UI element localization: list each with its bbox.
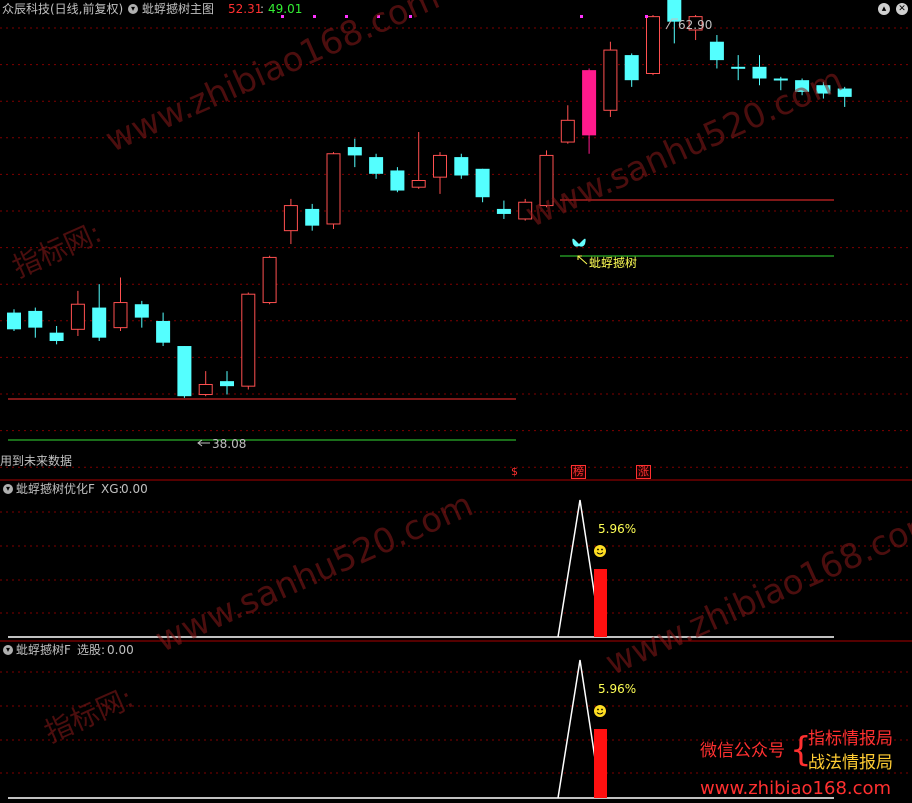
flag-dollar[interactable]: $ [510,466,519,478]
candle-body [347,147,362,156]
panel2-title[interactable]: 蚍蜉撼树F [16,643,71,657]
smiley-icon [594,545,606,557]
candle-body [560,119,575,143]
candle-body [731,66,746,69]
candle-body [49,332,64,342]
signal-arrow [577,255,588,265]
candle-body [475,168,490,198]
candle-body [326,153,341,225]
panel1-title[interactable]: 蚍蜉撼树优化F [16,482,95,496]
candle-body [369,157,384,174]
signal-bar [594,569,607,637]
candle-body [7,312,21,330]
panel2-key: 选股: [77,643,106,657]
butterfly-icon [572,238,586,247]
indicator-value-1: 52.31 [228,2,263,16]
candle-body [433,154,447,178]
candle-body [646,16,660,74]
candle-body [241,293,256,387]
future-data-note: 用到未来数据 [0,454,73,468]
top-marker [645,15,648,18]
low-price-label: 38.08 [212,437,247,451]
chevron-up-icon[interactable]: ▴ [878,3,890,15]
candle-body [624,55,639,81]
candle-body [198,383,213,396]
signal-bar [594,729,607,798]
footer-wechat-label: 微信公众号 [700,741,785,761]
stock-title[interactable]: 众辰科技(日线,前复权) [2,2,123,16]
candle-body [262,256,277,304]
candle-body [411,179,426,188]
candle-body [305,208,320,226]
panel1-pct: 5.96% [598,522,637,536]
flag-rank[interactable]: 榜 [571,465,586,479]
main-indicator-name[interactable]: 蚍蜉撼树主图 [142,2,214,16]
candle-body [134,304,149,318]
candle-body [156,320,171,343]
chevron-down-icon[interactable]: ▾ [3,484,13,494]
panel2-value: 0.00 [107,643,134,657]
smiley-icon [594,705,606,717]
indicator-value-2: 49.01 [268,2,303,16]
signal-label: 蚍蜉撼树 [589,256,638,270]
top-marker [580,15,583,18]
footer-url: www.zhibiao168.com [700,778,892,799]
smiley-icon [597,708,599,711]
candle-body [454,157,469,176]
close-icon[interactable]: ✕ [896,3,908,15]
footer-channel-2: 战法情报局 [808,753,893,773]
chevron-down-icon[interactable]: ▾ [128,4,138,14]
candle-body [752,66,767,79]
candle-body [220,381,234,387]
smiley-icon [601,548,603,551]
candle-body [283,205,298,232]
candle-body [177,346,192,397]
smiley-icon [601,708,603,711]
candle-body [113,302,128,329]
panel1-value: 0.00 [121,482,148,496]
high-price-label: 62.90 [678,18,713,32]
flag-rise[interactable]: 涨 [636,465,651,479]
candle-body [709,41,724,61]
candle-body [390,170,405,191]
candle-body [603,49,618,111]
panel1-key: XG: [101,482,123,496]
panel2-pct: 5.96% [598,682,637,696]
candle-body [496,208,511,214]
candle-body [582,70,597,136]
top-marker [313,15,316,18]
candle-body [92,307,107,338]
chevron-down-icon[interactable]: ▾ [3,645,13,655]
candle-body [28,310,43,328]
candle-body [70,303,85,330]
footer-channel-1: 指标情报局 [808,729,893,749]
smiley-icon [597,548,599,551]
